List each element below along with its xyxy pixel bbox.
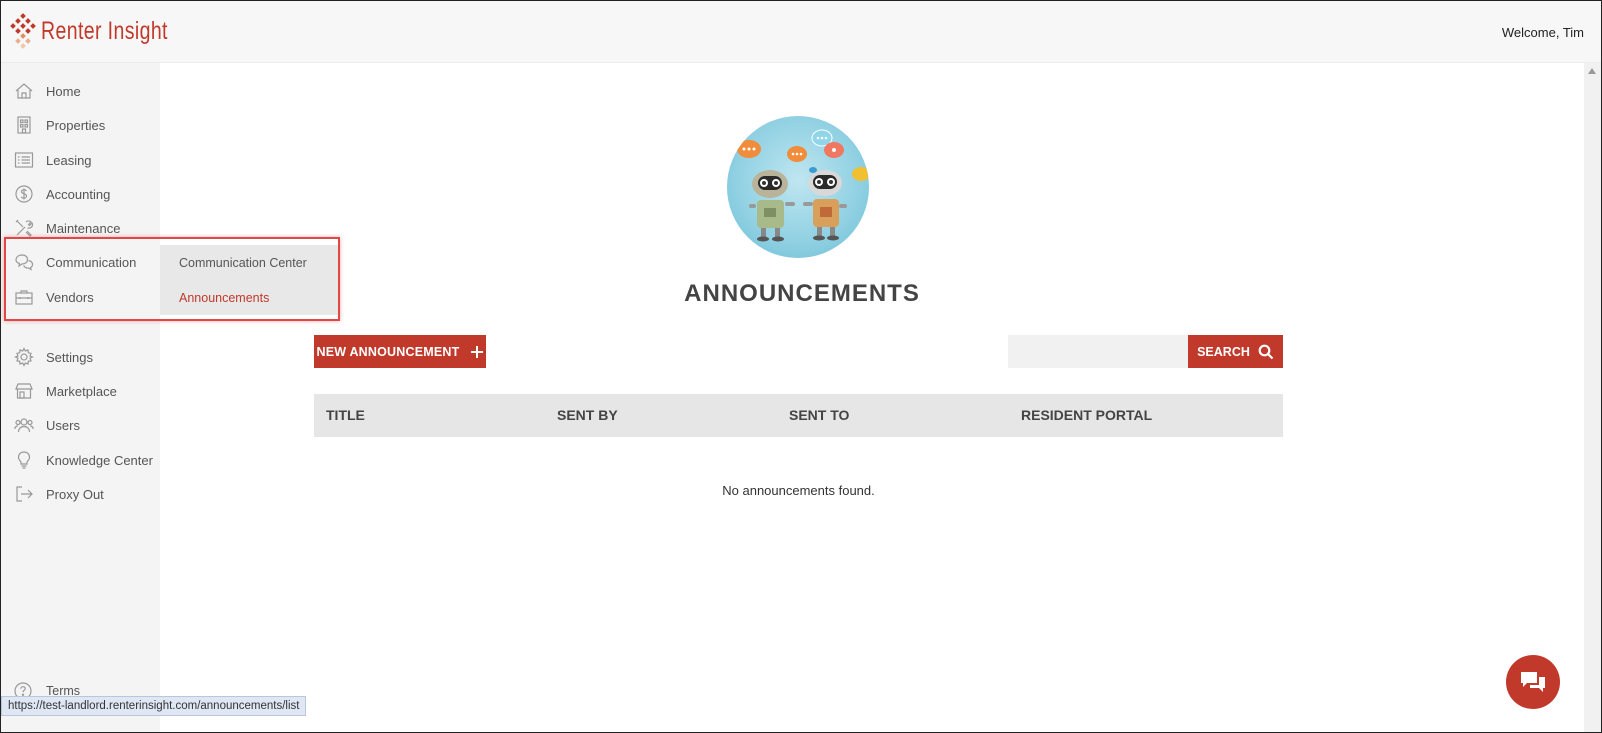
logo-mark-icon [10, 13, 36, 49]
sidebar-item-marketplace[interactable]: Marketplace [1, 375, 160, 407]
logo[interactable]: Renter Insight [10, 13, 204, 49]
new-announcement-label: NEW ANNOUNCEMENT [316, 344, 460, 359]
vertical-scrollbar[interactable] [1584, 63, 1601, 732]
welcome-text: Welcome, Tim [1501, 25, 1584, 40]
sidebar-item-label: Knowledge Center [46, 452, 153, 468]
page-title: ANNOUNCEMENTS [684, 280, 920, 307]
search-button-label: SEARCH [1197, 344, 1250, 359]
sidebar-item-label: Settings [46, 349, 93, 365]
column-header-sent-to[interactable]: SENT TO [789, 407, 849, 423]
sidebar-item-users[interactable]: Users [1, 409, 160, 441]
sidebar-item-label: Home [46, 83, 81, 99]
column-header-resident-portal[interactable]: RESIDENT PORTAL [1021, 407, 1152, 423]
sidebar-item-communication[interactable]: Communication [1, 246, 160, 278]
chat-bubble-icon [1518, 669, 1548, 695]
column-header-title[interactable]: TITLE [326, 407, 365, 423]
sidebar-item-accounting[interactable]: Accounting [1, 178, 160, 210]
sidebar-item-home[interactable]: Home [1, 75, 160, 107]
search-button[interactable]: SEARCH [1188, 335, 1283, 368]
sidebar-item-label: Maintenance [46, 220, 121, 236]
sidebar-item-label: Leasing [46, 152, 92, 168]
tools-icon [13, 218, 35, 238]
search-input[interactable] [1008, 335, 1188, 368]
search-icon [1250, 344, 1274, 360]
plus-icon [470, 345, 484, 359]
robots-illustration [727, 116, 869, 258]
sidebar-item-label: Communication [46, 254, 137, 270]
sidebar-item-knowledge-center[interactable]: Knowledge Center [1, 444, 160, 476]
announcements-table-header: TITLE SENT BY SENT TO RESIDENT PORTAL [314, 394, 1283, 437]
dollar-icon [13, 184, 35, 204]
status-url-bar: https://test-landlord.renterinsight.com/… [1, 696, 307, 716]
sidebar-item-label: Marketplace [46, 383, 117, 399]
sidebar-item-label: Users [46, 417, 80, 433]
sidebar-item-label: Properties [46, 117, 106, 133]
scroll-up-arrow-icon[interactable] [1588, 68, 1596, 74]
submenu-item-communication-center[interactable]: Communication Center [179, 256, 307, 270]
column-header-sent-by[interactable]: SENT BY [557, 407, 618, 423]
sidebar-item-properties[interactable]: Properties [1, 109, 160, 141]
gear-icon [13, 347, 35, 367]
empty-table-message: No announcements found. [722, 483, 875, 498]
home-icon [13, 81, 35, 101]
chat-icon [13, 252, 35, 272]
logo-text: Renter Insight [41, 16, 168, 45]
lightbulb-icon [13, 450, 35, 470]
list-icon [13, 150, 35, 170]
chat-widget-button[interactable] [1506, 655, 1560, 709]
new-announcement-button[interactable]: NEW ANNOUNCEMENT [314, 335, 486, 368]
sidebar-item-leasing[interactable]: Leasing [1, 144, 160, 176]
users-icon [13, 415, 35, 435]
building-icon [13, 115, 35, 135]
sidebar-item-maintenance[interactable]: Maintenance [1, 212, 160, 244]
sidebar-item-label: Accounting [46, 186, 111, 202]
top-bar: Renter Insight Welcome, Tim [1, 1, 1601, 63]
sidebar-item-settings[interactable]: Settings [1, 341, 160, 373]
store-icon [13, 381, 35, 401]
